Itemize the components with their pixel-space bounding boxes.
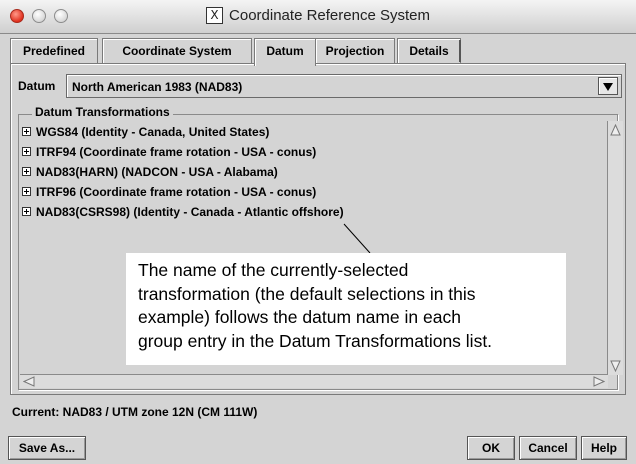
- horizontal-scrollbar[interactable]: [20, 374, 608, 388]
- expand-icon[interactable]: [22, 127, 31, 136]
- vertical-scrollbar[interactable]: [607, 121, 623, 375]
- list-item[interactable]: ITRF96 (Coordinate frame rotation - USA …: [22, 185, 316, 203]
- help-button[interactable]: Help: [581, 436, 627, 460]
- datum-label: Datum: [18, 79, 56, 93]
- list-item[interactable]: ITRF94 (Coordinate frame rotation - USA …: [22, 145, 316, 163]
- list-item[interactable]: NAD83(CSRS98) (Identity - Canada - Atlan…: [22, 205, 344, 223]
- expand-icon[interactable]: [22, 147, 31, 156]
- cancel-button[interactable]: Cancel: [519, 436, 577, 460]
- scroll-up-icon[interactable]: [610, 124, 621, 136]
- callout-line: group entry in the Datum Transformations…: [138, 330, 493, 351]
- expand-icon[interactable]: [22, 167, 31, 176]
- datum-select[interactable]: North American 1983 (NAD83): [66, 74, 622, 98]
- list-item-label: ITRF94 (Coordinate frame rotation - USA …: [36, 145, 317, 159]
- expand-icon[interactable]: [22, 207, 31, 216]
- tab-predefined[interactable]: Predefined: [10, 38, 98, 64]
- datum-select-value: North American 1983 (NAD83): [72, 80, 243, 94]
- save-as-button[interactable]: Save As...: [8, 436, 86, 460]
- tab-details[interactable]: Details: [397, 38, 461, 64]
- tab-projection[interactable]: Projection: [315, 38, 395, 64]
- scroll-left-icon[interactable]: [23, 376, 35, 387]
- callout-line: The name of the currently-selected: [138, 260, 409, 280]
- current-crs-status: Current: NAD83 / UTM zone 12N (CM 111W): [12, 405, 258, 419]
- window-title: Coordinate Reference System: [229, 7, 430, 24]
- callout-line: example) follows the datum name in each: [138, 307, 461, 327]
- list-item-label: ITRF96 (Coordinate frame rotation - USA …: [36, 185, 317, 199]
- datum-transformations-title: Datum Transformations: [32, 105, 173, 119]
- x11-icon: X: [206, 6, 224, 24]
- list-item-label: NAD83(HARN) (NADCON - USA - Alabama): [36, 165, 278, 179]
- tab-datum[interactable]: Datum: [254, 38, 316, 66]
- list-item[interactable]: WGS84 (Identity - Canada, United States): [22, 125, 269, 143]
- scroll-down-icon[interactable]: [610, 360, 621, 372]
- list-item-label: NAD83(CSRS98) (Identity - Canada - Atlan…: [36, 205, 344, 219]
- title-bar: X Coordinate Reference System: [0, 0, 636, 34]
- callout-line: transformation (the default selections i…: [138, 283, 476, 304]
- list-item-label: WGS84 (Identity - Canada, United States): [36, 125, 270, 139]
- window-title-group: X Coordinate Reference System: [0, 6, 636, 25]
- ok-button[interactable]: OK: [467, 436, 515, 460]
- list-item[interactable]: NAD83(HARN) (NADCON - USA - Alabama): [22, 165, 278, 183]
- datum-dropdown-button[interactable]: [598, 77, 618, 95]
- annotation-callout: The name of the currently-selected trans…: [126, 253, 566, 365]
- scroll-right-icon[interactable]: [593, 376, 605, 387]
- tab-coordinate-system[interactable]: Coordinate System: [102, 38, 252, 64]
- chevron-down-icon: [603, 83, 613, 91]
- expand-icon[interactable]: [22, 187, 31, 196]
- tab-bar-shadow: [459, 40, 461, 62]
